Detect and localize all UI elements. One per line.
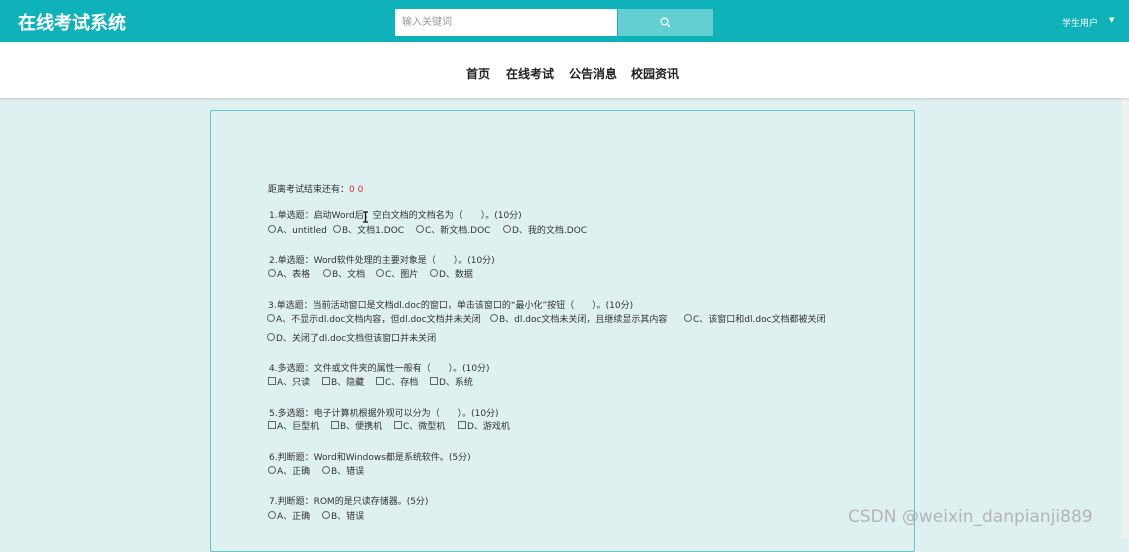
question-1-text: 1.单选题：启动Word后，空白文档的文档名为（ ）。(10分) (269, 211, 522, 221)
q5-option-c[interactable]: C、微型机 (394, 419, 445, 432)
checkbox[interactable] (331, 421, 339, 429)
search-input[interactable] (395, 9, 617, 36)
nav-online-exam[interactable]: 在线考试 (506, 65, 554, 82)
q4-option-d[interactable]: D、系统 (430, 375, 473, 388)
radio-button[interactable] (267, 314, 275, 322)
radio-button[interactable] (684, 314, 692, 322)
radio-button[interactable] (268, 269, 276, 277)
radio-button[interactable] (268, 511, 276, 519)
q5-option-a[interactable]: A、巨型机 (268, 419, 319, 432)
radio-button[interactable] (268, 225, 276, 233)
q1-option-b[interactable]: B、文档1.DOC (333, 223, 404, 236)
search-button[interactable] (618, 9, 713, 36)
checkbox[interactable] (430, 377, 438, 385)
q3-option-d[interactable]: D、关闭了dl.doc文档但该窗口并未关闭 (267, 331, 436, 344)
q6-option-a[interactable]: A、正确 (268, 464, 310, 477)
q3-option-a[interactable]: A、不显示dl.doc文档内容，但dl.doc文档并未关闭 (267, 312, 481, 325)
q4-option-a[interactable]: A、只读 (268, 375, 310, 388)
site-title: 在线考试系统 (18, 13, 126, 34)
q1-option-a[interactable]: A、untitled (268, 223, 327, 236)
q2-option-c[interactable]: C、图片 (376, 267, 418, 280)
question-2-text: 2.单选题：Word软件处理的主要对象是（ ）。(10分) (269, 256, 495, 266)
checkbox[interactable] (394, 421, 402, 429)
checkbox[interactable] (376, 377, 384, 385)
radio-button[interactable] (490, 314, 498, 322)
radio-button[interactable] (322, 466, 330, 474)
radio-button[interactable] (416, 225, 424, 233)
timer-label: 距离考试结束还有： (268, 185, 350, 195)
user-menu[interactable]: 学生用户 (1062, 16, 1098, 29)
q1-option-d[interactable]: D、我的文档.DOC (503, 223, 587, 236)
radio-button[interactable] (267, 333, 275, 341)
q4-option-b[interactable]: B、隐藏 (322, 375, 364, 388)
q2-option-d[interactable]: D、数据 (430, 267, 473, 280)
radio-button[interactable] (322, 511, 330, 519)
search-icon (660, 17, 671, 28)
watermark: CSDN @weixin_danpianji889 (848, 507, 1093, 527)
q7-option-a[interactable]: A、正确 (268, 509, 310, 522)
q5-option-b[interactable]: B、便携机 (331, 419, 382, 432)
radio-button[interactable] (376, 269, 384, 277)
q3-option-c[interactable]: C、该窗口和dl.doc文档都被关闭 (684, 312, 826, 325)
radio-button[interactable] (268, 466, 276, 474)
radio-button[interactable] (430, 269, 438, 277)
q4-option-c[interactable]: C、存档 (376, 375, 418, 388)
text-cursor-icon (363, 211, 368, 223)
question-6-text: 6.判断题：Word和Windows都是系统软件。(5分) (269, 453, 471, 463)
nav-announcements[interactable]: 公告消息 (569, 65, 617, 82)
nav-campus-news[interactable]: 校园资讯 (631, 65, 679, 82)
checkbox[interactable] (458, 421, 466, 429)
q1-option-c[interactable]: C、新文档.DOC (416, 223, 490, 236)
question-5-text: 5.多选题：电子计算机根据外观可以分为（ ）。(10分) (269, 409, 499, 419)
radio-button[interactable] (503, 225, 511, 233)
q7-option-b[interactable]: B、错误 (322, 509, 364, 522)
checkbox[interactable] (322, 377, 330, 385)
top-header: 在线考试系统 学生用户 ▼ (0, 0, 1129, 42)
checkbox[interactable] (268, 421, 276, 429)
radio-button[interactable] (323, 269, 331, 277)
q2-option-b[interactable]: B、文档 (323, 267, 365, 280)
q3-option-b[interactable]: B、dl.doc文档未关闭，且继续显示其内容 (490, 312, 667, 325)
main-nav: 首页 在线考试 公告消息 校园资讯 (0, 42, 1129, 99)
q5-option-d[interactable]: D、游戏机 (458, 419, 510, 432)
caret-down-icon[interactable]: ▼ (1109, 16, 1114, 24)
question-4-text: 4.多选题：文件或文件夹的属性一般有（ ）。(10分) (269, 364, 490, 374)
checkbox[interactable] (268, 377, 276, 385)
timer-value: 0 0 (349, 185, 364, 195)
question-3-text: 3.单选题：当前活动窗口是文档dl.doc的窗口，单击该窗口的“最小化”按钮（ … (268, 301, 634, 311)
nav-home[interactable]: 首页 (466, 65, 490, 82)
q6-option-b[interactable]: B、错误 (322, 464, 364, 477)
question-7-text: 7.判断题：ROM的是只读存储器。(5分) (269, 497, 429, 507)
q2-option-a[interactable]: A、表格 (268, 267, 310, 280)
exam-timer: 距离考试结束还有：0 0 (268, 182, 363, 195)
radio-button[interactable] (333, 225, 341, 233)
